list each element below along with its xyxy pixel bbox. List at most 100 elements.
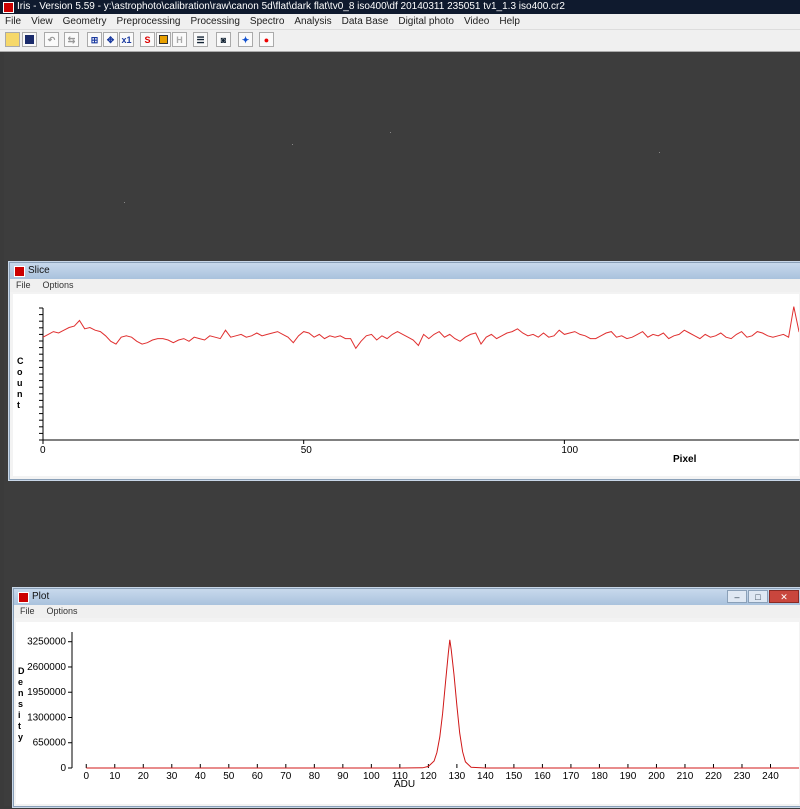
plot-y-label-letter: n — [18, 688, 24, 698]
menu-digital-photo[interactable]: Digital photo — [393, 14, 459, 29]
plot-x-axis-label: ADU — [394, 779, 415, 790]
slice-plot-area: Count 0 50 100 Pixel — [13, 294, 800, 476]
plot-window-icon — [18, 592, 29, 603]
save-disk-icon[interactable] — [22, 32, 37, 47]
menu-preprocessing[interactable]: Preprocessing — [112, 14, 186, 29]
plot-x-tick-label: 10 — [109, 771, 121, 782]
plot-window-controls: – □ ✕ — [726, 590, 799, 606]
plot-x-tick-label: 80 — [309, 771, 321, 782]
slice-window-menubar: File Options — [10, 279, 800, 292]
plot-y-tick-label: 0 — [60, 763, 66, 774]
plot-y-tick-label: 650000 — [33, 738, 67, 749]
slice-series-line — [42, 306, 800, 350]
plot-plot-area: Density 0 650000 1300000 1950000 2600000 3250… — [16, 622, 799, 804]
plot-y-tick-label: 3250000 — [27, 637, 66, 648]
menu-video[interactable]: Video — [459, 14, 494, 29]
plot-y-label-letter: e — [18, 677, 23, 687]
histogram-icon[interactable]: H — [172, 32, 187, 47]
minimize-button[interactable]: – — [727, 590, 747, 603]
close-button[interactable]: ✕ — [769, 590, 799, 603]
app-titlebar: Iris - Version 5.59 - y:\astrophoto\cali… — [0, 0, 800, 14]
main-menubar: File View Geometry Preprocessing Processing S… — [0, 14, 800, 30]
image-noise-pixel — [390, 132, 391, 133]
plot-x-tick-label: 20 — [138, 771, 150, 782]
open-folder-icon[interactable] — [5, 32, 20, 47]
menu-database[interactable]: Data Base — [337, 14, 394, 29]
slice-y-label-letter: t — [17, 400, 20, 410]
star-blue-icon[interactable]: ✦ — [238, 32, 253, 47]
histogram-series-line — [86, 639, 799, 769]
plot-x-tick-label: 30 — [166, 771, 178, 782]
plot-menu-file[interactable]: File — [14, 605, 41, 618]
record-red-icon[interactable]: ● — [259, 32, 274, 47]
plot-x-tick-label: 190 — [620, 771, 637, 782]
plot-x-tick-label: 90 — [337, 771, 349, 782]
plot-x-tick-label: 120 — [420, 771, 437, 782]
slice-y-label-letter: u — [17, 378, 23, 388]
list-icon[interactable]: ☰ — [193, 32, 208, 47]
slice-window-title: Slice — [28, 265, 50, 276]
swap-icon[interactable]: ⇆ — [64, 32, 79, 47]
menu-view[interactable]: View — [26, 14, 58, 29]
slice-x-tick-label: 100 — [561, 445, 578, 456]
slice-x-ticks: 0 50 100 — [40, 440, 579, 456]
plot-window-menubar: File Options — [14, 605, 800, 618]
slice-menu-options[interactable]: Options — [37, 279, 80, 292]
slice-x-tick-label: 50 — [301, 445, 313, 456]
pan-icon[interactable]: ✥ — [103, 32, 118, 47]
plot-window-title: Plot — [32, 591, 50, 602]
plot-x-tick-label: 130 — [449, 771, 466, 782]
slice-window[interactable]: Slice File Options Count 0 50 100 Pixel — [9, 262, 800, 480]
app-title: Iris - Version 5.59 - y:\astrophoto\cali… — [17, 1, 565, 12]
plot-window-titlebar[interactable]: Plot – □ ✕ — [14, 589, 800, 605]
plot-x-tick-label: 240 — [762, 771, 779, 782]
slice-y-axis-label: Count — [17, 356, 24, 410]
image-noise-pixel — [124, 202, 125, 203]
menu-processing[interactable]: Processing — [185, 14, 244, 29]
camera-icon[interactable]: ◙ — [216, 32, 231, 47]
plot-y-tick-label: 1300000 — [27, 712, 66, 723]
slice-menu-file[interactable]: File — [10, 279, 37, 292]
plot-y-ticks: 0 650000 1300000 1950000 2600000 3250000 — [27, 637, 72, 774]
slice-y-label-letter: o — [17, 367, 23, 377]
plot-x-tick-label: 170 — [563, 771, 580, 782]
plot-y-label-letter: i — [18, 710, 21, 720]
undo-icon[interactable]: ↶ — [44, 32, 59, 47]
maximize-button[interactable]: □ — [748, 590, 768, 603]
plot-y-label-letter: t — [18, 721, 21, 731]
slice-x-tick-label: 0 — [40, 445, 46, 456]
slice-y-label-letter: n — [17, 389, 23, 399]
plot-x-tick-label: 230 — [734, 771, 751, 782]
image-noise-pixel — [659, 152, 660, 153]
plot-x-tick-label: 220 — [705, 771, 722, 782]
zoom-fit-icon[interactable]: ⊞ — [87, 32, 102, 47]
sigma-icon[interactable]: S — [140, 32, 155, 47]
slice-window-titlebar[interactable]: Slice — [10, 263, 800, 279]
box-icon[interactable] — [156, 32, 171, 47]
iris-app-icon — [3, 2, 14, 13]
slice-x-axis-label: Pixel — [673, 454, 697, 465]
plot-x-tick-label: 160 — [534, 771, 551, 782]
plot-menu-options[interactable]: Options — [41, 605, 84, 618]
slice-y-ticks — [39, 307, 43, 441]
menu-help[interactable]: Help — [494, 14, 525, 29]
slice-y-label-letter: C — [17, 356, 24, 366]
menu-spectro[interactable]: Spectro — [245, 14, 289, 29]
menu-geometry[interactable]: Geometry — [58, 14, 112, 29]
plot-y-label-letter: y — [18, 732, 23, 742]
histogram-chart: Density 0 650000 1300000 1950000 2600000 3250… — [18, 632, 799, 790]
slice-window-icon — [14, 266, 25, 277]
plot-x-tick-label: 180 — [591, 771, 608, 782]
plot-y-axis-label: Density — [18, 666, 25, 742]
plot-window[interactable]: Plot – □ ✕ File Options Density 0 650000 1300… — [13, 588, 800, 807]
plot-y-tick-label: 2600000 — [27, 662, 66, 673]
plot-x-tick-label: 200 — [648, 771, 665, 782]
zoom-x1-icon[interactable]: x1 — [119, 32, 134, 47]
plot-x-tick-label: 60 — [252, 771, 264, 782]
menu-file[interactable]: File — [0, 14, 26, 29]
slice-chart: Count 0 50 100 Pixel — [17, 306, 800, 465]
plot-y-tick-label: 1950000 — [27, 687, 66, 698]
plot-x-tick-label: 140 — [477, 771, 494, 782]
plot-y-label-letter: s — [18, 699, 23, 709]
menu-analysis[interactable]: Analysis — [289, 14, 336, 29]
